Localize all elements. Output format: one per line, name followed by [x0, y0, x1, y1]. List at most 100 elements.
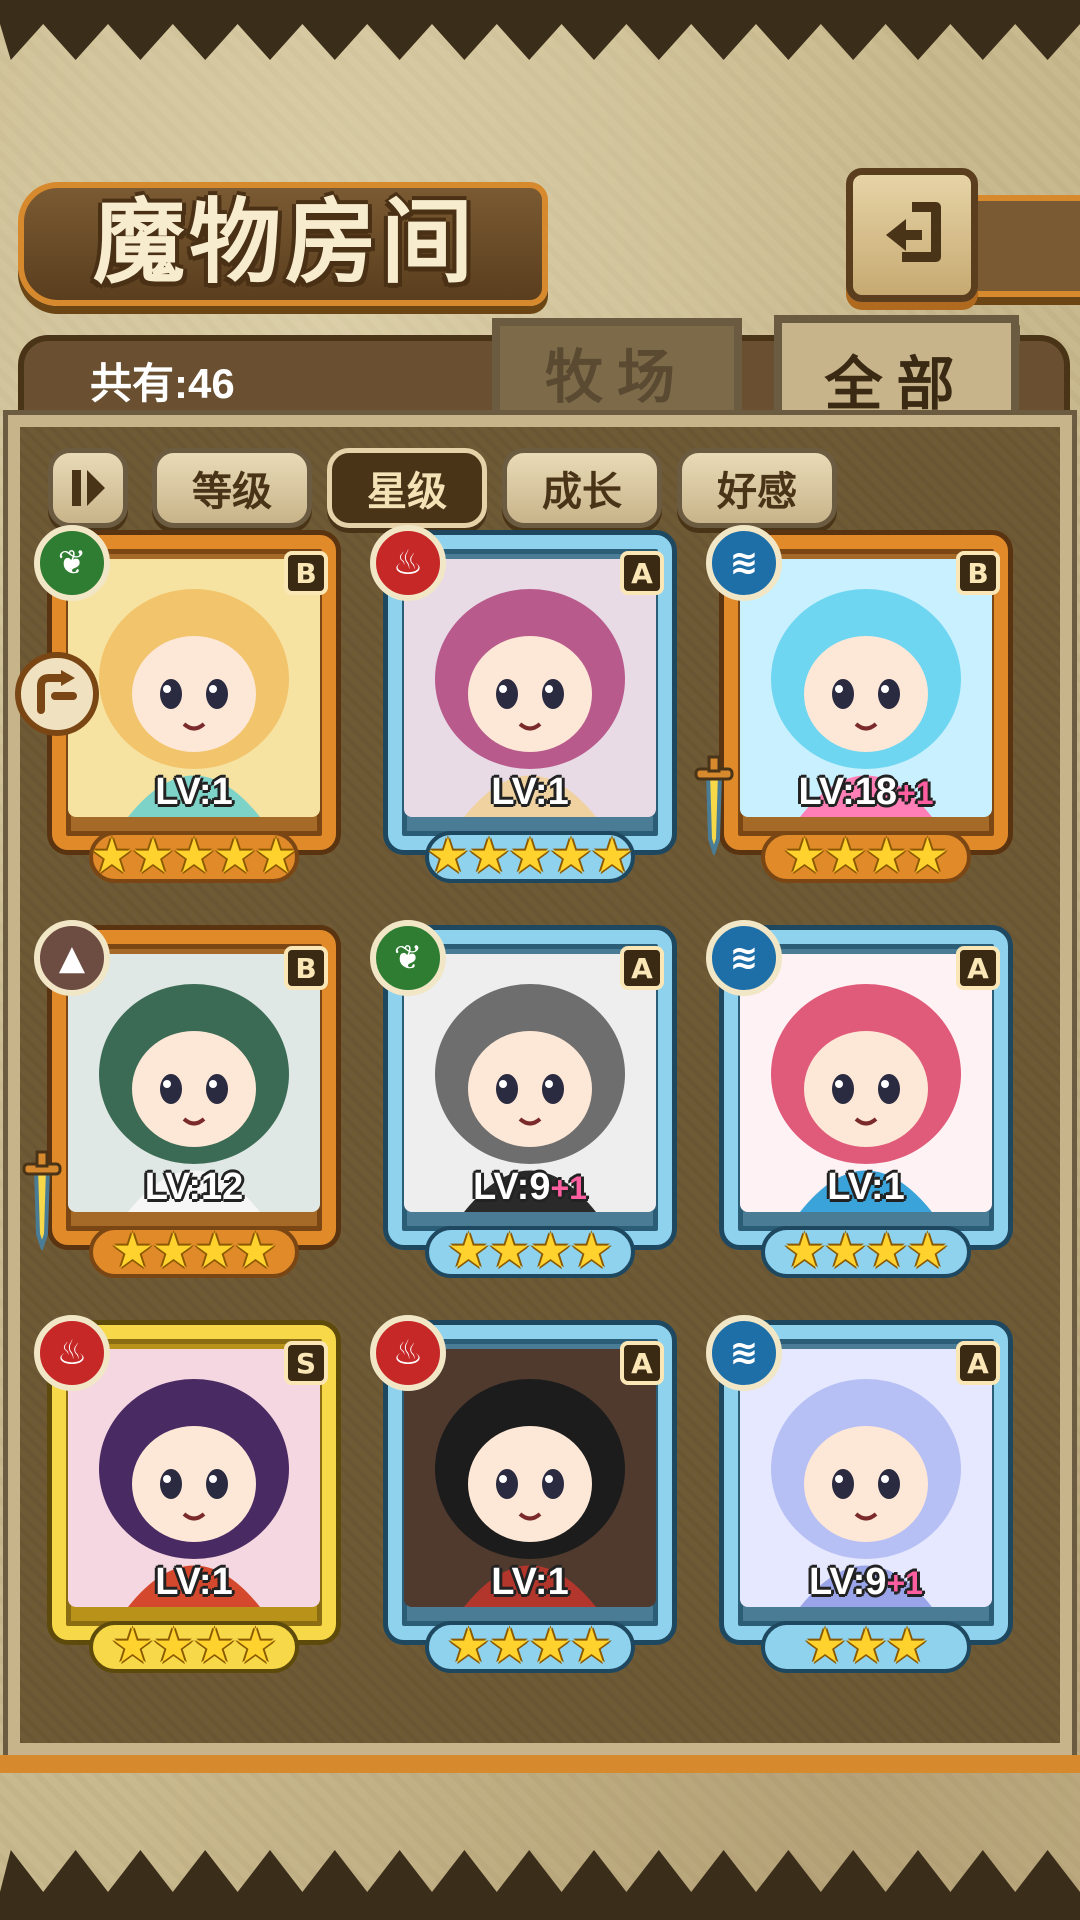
- star-rating: ★ ★ ★ ★: [44, 1222, 344, 1280]
- star-icon: ★: [193, 1618, 237, 1674]
- star-icon: ★: [885, 1618, 929, 1674]
- monster-level: LV:1: [716, 1166, 1016, 1209]
- star-icon: ★: [782, 1223, 826, 1279]
- star-icon: ★: [426, 828, 470, 884]
- star-icon: ★: [90, 828, 134, 884]
- monster-card[interactable]: ▲ B LV:12 ★ ★ ★ ★: [22, 920, 344, 1285]
- star-icon: ★: [446, 1223, 490, 1279]
- monster-card[interactable]: ≋ A LV:1 ★ ★ ★ ★: [706, 920, 1016, 1285]
- rank-badge: A: [956, 946, 1000, 990]
- level-text: LV:9: [809, 1561, 887, 1603]
- star-icon: ★: [487, 1618, 531, 1674]
- water-element-icon: ≋: [706, 1315, 782, 1391]
- earth-element-icon: ▲: [34, 920, 110, 996]
- filter-affection[interactable]: 好感: [677, 448, 837, 528]
- star-icon: ★: [570, 1223, 614, 1279]
- filter-star[interactable]: 星级: [327, 448, 487, 528]
- star-rating: ★ ★ ★: [716, 1617, 1016, 1675]
- rank-badge: S: [284, 1341, 328, 1385]
- star-icon: ★: [234, 1618, 278, 1674]
- monster-level: LV:1: [44, 771, 344, 814]
- level-bonus: +1: [886, 1565, 923, 1601]
- monster-card[interactable]: ♨ A LV:1 ★ ★ ★ ★: [370, 1315, 680, 1680]
- level-text: LV:18: [798, 771, 898, 813]
- level-text: LV:1: [155, 771, 233, 813]
- monster-level: LV:1: [380, 771, 680, 814]
- tab-pasture[interactable]: 牧场: [492, 318, 742, 418]
- rank-badge: B: [284, 946, 328, 990]
- star-icon: ★: [529, 1618, 573, 1674]
- star-icon: ★: [234, 1223, 278, 1279]
- rank-badge: B: [956, 551, 1000, 595]
- pause-icon: [71, 470, 105, 506]
- star-icon: ★: [508, 828, 552, 884]
- filter-growth[interactable]: 成长: [502, 448, 662, 528]
- star-rating: ★ ★ ★ ★: [716, 827, 1016, 885]
- star-icon: ★: [823, 828, 867, 884]
- panel-bottom-edge: [0, 1755, 1080, 1773]
- rank-badge: A: [620, 1341, 664, 1385]
- page-title: 魔物房间: [92, 188, 477, 296]
- monster-level: LV:1: [44, 1561, 344, 1604]
- star-icon: ★: [213, 828, 257, 884]
- star-icon: ★: [110, 1223, 154, 1279]
- monster-level: LV:1: [380, 1561, 680, 1604]
- star-icon: ★: [151, 1223, 195, 1279]
- level-bonus: +1: [897, 775, 934, 811]
- level-bonus: +1: [550, 1170, 587, 1206]
- star-icon: ★: [110, 1618, 154, 1674]
- star-icon: ★: [570, 1618, 614, 1674]
- star-rating: ★ ★ ★ ★: [716, 1222, 1016, 1280]
- monster-card[interactable]: ♨ A LV:1 ★ ★ ★ ★ ★: [370, 525, 680, 890]
- level-text: LV:1: [155, 1561, 233, 1603]
- monster-level: LV:9+1: [380, 1166, 680, 1209]
- rank-badge: A: [620, 946, 664, 990]
- back-rail: [968, 195, 1080, 297]
- star-icon: ★: [865, 1223, 909, 1279]
- monster-level: LV:18+1: [716, 771, 1016, 814]
- back-button[interactable]: [846, 168, 978, 302]
- star-icon: ★: [446, 1618, 490, 1674]
- star-icon: ★: [193, 1223, 237, 1279]
- star-icon: ★: [865, 828, 909, 884]
- star-icon: ★: [254, 828, 298, 884]
- star-icon: ★: [151, 1618, 195, 1674]
- star-rating: ★ ★ ★ ★: [380, 1617, 680, 1675]
- fire-element-icon: ♨: [370, 1315, 446, 1391]
- star-icon: ★: [844, 1618, 888, 1674]
- filter-level[interactable]: 等级: [152, 448, 312, 528]
- star-icon: ★: [823, 1223, 867, 1279]
- level-text: LV:9: [473, 1166, 551, 1208]
- level-text: LV:1: [491, 1561, 569, 1603]
- star-rating: ★ ★ ★ ★ ★: [44, 827, 344, 885]
- star-icon: ★: [906, 828, 950, 884]
- star-icon: ★: [549, 828, 593, 884]
- wind-element-icon: ❦: [34, 525, 110, 601]
- monster-card[interactable]: ≋ A LV:9+1 ★ ★ ★: [706, 1315, 1016, 1680]
- star-icon: ★: [782, 828, 826, 884]
- monster-card[interactable]: ≋ B LV:18+1 ★ ★ ★ ★: [694, 525, 1016, 890]
- monster-card[interactable]: ♨ S LV:1 ★ ★ ★ ★: [34, 1315, 344, 1680]
- star-icon: ★: [529, 1223, 573, 1279]
- star-rating: ★ ★ ★ ★ ★: [380, 827, 680, 885]
- rank-badge: A: [620, 551, 664, 595]
- level-text: LV:1: [827, 1166, 905, 1208]
- star-rating: ★ ★ ★ ★: [44, 1617, 344, 1675]
- star-icon: ★: [172, 828, 216, 884]
- star-rating: ★ ★ ★ ★: [380, 1222, 680, 1280]
- level-text: LV:1: [491, 771, 569, 813]
- rank-badge: B: [284, 551, 328, 595]
- water-element-icon: ≋: [706, 525, 782, 601]
- rotate-arrow-glyph: [37, 670, 77, 714]
- star-icon: ★: [487, 1223, 531, 1279]
- pause-button[interactable]: [48, 448, 128, 528]
- star-icon: ★: [590, 828, 634, 884]
- level-text: LV:12: [144, 1166, 244, 1208]
- rank-badge: A: [956, 1341, 1000, 1385]
- star-icon: ★: [906, 1223, 950, 1279]
- monster-card[interactable]: ❦ A LV:9+1 ★ ★ ★ ★: [370, 920, 680, 1285]
- star-icon: ★: [131, 828, 175, 884]
- rotate-arrow-icon[interactable]: [15, 652, 99, 736]
- star-icon: ★: [803, 1618, 847, 1674]
- water-element-icon: ≋: [706, 920, 782, 996]
